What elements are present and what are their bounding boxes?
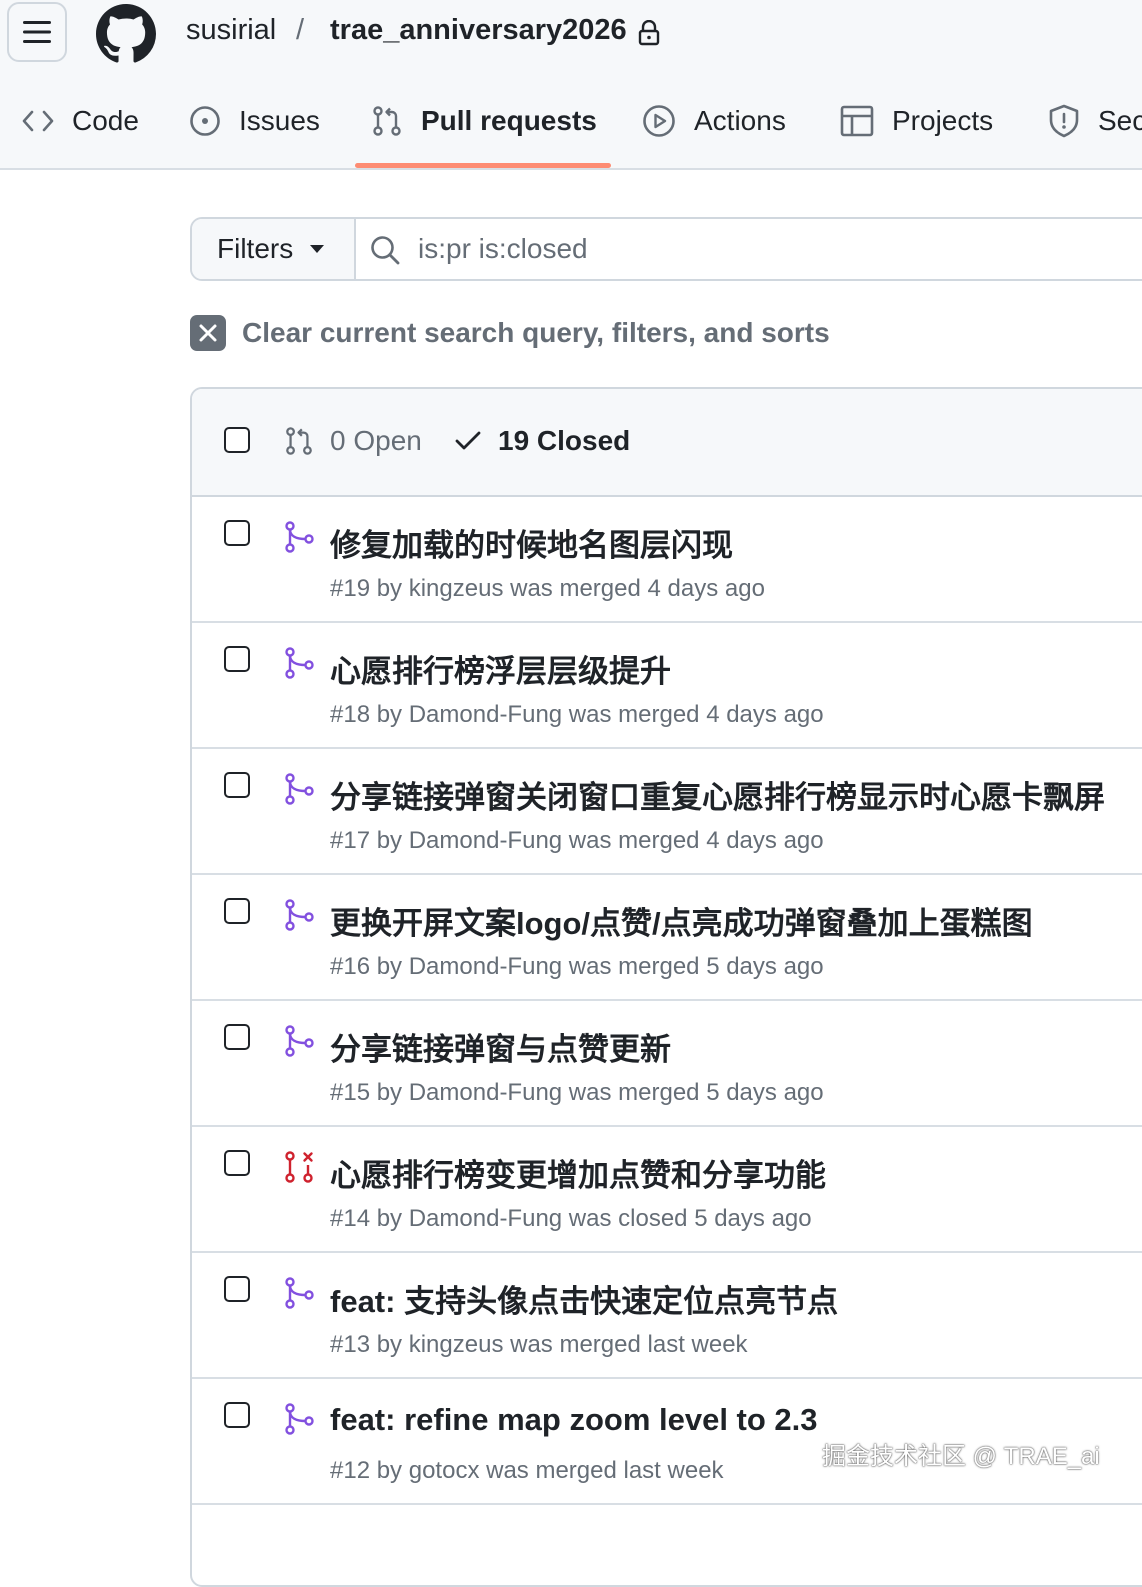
select-all-checkbox[interactable]: [224, 427, 250, 453]
watermark-text: 掘金技术社区 @ TRAE_ai: [822, 1443, 1100, 1470]
pr-meta-text: #12 by gotocx was merged last week: [330, 1457, 724, 1484]
tab-issues-label: Issues: [239, 105, 320, 136]
filters-dropdown-button[interactable]: Filters: [192, 219, 356, 279]
list-header: 0 Open 19 Closed: [192, 389, 1142, 497]
x-icon: [190, 315, 226, 351]
git-pull-request-closed-icon: [284, 1151, 314, 1183]
pr-select-checkbox[interactable]: [224, 1402, 250, 1428]
pr-select-checkbox[interactable]: [224, 1276, 250, 1302]
pr-select-checkbox[interactable]: [224, 1024, 250, 1050]
pr-title-link[interactable]: 分享链接弹窗关闭窗口重复心愿排行榜显示时心愿卡飘屏: [330, 772, 1105, 817]
tab-projects-label: Projects: [892, 105, 994, 136]
git-merge-icon: [284, 899, 314, 931]
closed-filter-link[interactable]: 19 Closed: [454, 425, 630, 457]
check-icon: [455, 431, 481, 450]
git-merge-icon: [284, 1025, 314, 1057]
pr-meta-text: #15 by Damond-Fung was merged 5 days ago: [330, 1079, 824, 1106]
pr-row[interactable]: 分享链接弹窗与点赞更新 #15 by Damond-Fung was merged…: [192, 1001, 1142, 1127]
pr-meta-text: #14 by Damond-Fung was closed 5 days ago: [330, 1205, 812, 1232]
pr-select-checkbox[interactable]: [224, 646, 250, 672]
tab-actions[interactable]: Actions: [642, 98, 786, 144]
git-merge-icon: [284, 1277, 314, 1309]
play-icon: [643, 105, 675, 137]
pr-select-checkbox[interactable]: [224, 898, 250, 924]
tab-projects[interactable]: Projects: [840, 98, 993, 144]
table-icon: [840, 105, 874, 137]
pr-row[interactable]: feat: 支持头像点击快速定位点亮节点 #13 by kingzeus was …: [192, 1253, 1142, 1379]
open-count-label: 0 Open: [330, 425, 422, 456]
lock-icon: [638, 20, 660, 46]
tab-security[interactable]: Sec: [1048, 98, 1142, 144]
pr-row[interactable]: 心愿排行榜变更增加点赞和分享功能 #14 by Damond-Fung was c…: [192, 1127, 1142, 1253]
tab-pull-requests[interactable]: Pull requests: [371, 98, 597, 144]
pr-title-link[interactable]: 修复加载的时候地名图层闪现: [330, 520, 733, 565]
git-merge-icon: [284, 521, 314, 553]
open-filter-link[interactable]: 0 Open: [284, 425, 422, 457]
pr-row[interactable]: 修复加载的时候地名图层闪现 #19 by kingzeus was merged …: [192, 497, 1142, 623]
breadcrumb-owner-link[interactable]: susirial: [186, 14, 276, 47]
pr-title-link[interactable]: 心愿排行榜变更增加点赞和分享功能: [330, 1150, 826, 1195]
pr-row[interactable]: 心愿排行榜浮层层级提升 #18 by Damond-Fung was merged…: [192, 623, 1142, 749]
pr-select-checkbox[interactable]: [224, 772, 250, 798]
pr-select-checkbox[interactable]: [224, 520, 250, 546]
shield-icon: [1049, 104, 1079, 138]
hamburger-menu-button[interactable]: [7, 2, 67, 62]
pr-row[interactable]: 更换开屏文案logo/点赞/点亮成功弹窗叠加上蛋糕图 #16 by Damond-…: [192, 875, 1142, 1001]
pr-meta-text: #19 by kingzeus was merged 4 days ago: [330, 575, 765, 602]
tab-code-label: Code: [72, 105, 139, 136]
git-merge-icon: [284, 773, 314, 805]
clear-filters-link[interactable]: Clear current search query, filters, and…: [190, 314, 830, 352]
pr-title-link[interactable]: 分享链接弹窗与点赞更新: [330, 1024, 671, 1069]
pr-title-link[interactable]: feat: 支持头像点击快速定位点亮节点: [330, 1276, 838, 1321]
breadcrumb-separator: /: [296, 14, 305, 46]
tab-pull-requests-label: Pull requests: [421, 105, 597, 136]
git-pull-request-icon: [373, 106, 401, 136]
menu-icon: [23, 21, 51, 43]
git-pull-request-icon: [286, 427, 312, 455]
git-merge-icon: [284, 1403, 314, 1435]
filters-label: Filters: [217, 233, 294, 264]
pr-select-checkbox[interactable]: [224, 1150, 250, 1176]
issue-opened-icon: [190, 106, 220, 136]
repo-header: susirial / trae_anniversary2026 Code Iss…: [0, 0, 1142, 170]
filter-search-bar: Filters: [190, 217, 1142, 281]
pr-meta-text: #18 by Damond-Fung was merged 4 days ago: [330, 701, 824, 728]
breadcrumb-repo-link[interactable]: trae_anniversary2026: [330, 14, 627, 47]
pr-row[interactable]: 分享链接弹窗关闭窗口重复心愿排行榜显示时心愿卡飘屏 #17 by Damond-F…: [192, 749, 1142, 875]
github-logo-icon[interactable]: [96, 4, 156, 64]
pull-request-list: 0 Open 19 Closed 修复加载的时候地名图层闪现 #19 by kin…: [190, 387, 1142, 1587]
tab-issues[interactable]: Issues: [189, 98, 320, 144]
pr-title-link[interactable]: 心愿排行榜浮层层级提升: [330, 646, 671, 691]
triangle-down-icon: [310, 245, 325, 253]
pr-title-link[interactable]: 更换开屏文案logo/点赞/点亮成功弹窗叠加上蛋糕图: [330, 898, 1033, 943]
pr-meta-text: #13 by kingzeus was merged last week: [330, 1331, 748, 1358]
closed-count-label: 19 Closed: [498, 425, 631, 456]
pr-meta-text: #17 by Damond-Fung was merged 4 days ago: [330, 827, 824, 854]
active-tab-underline: [355, 163, 611, 168]
search-input[interactable]: [418, 225, 1118, 273]
code-icon: [22, 110, 54, 132]
git-merge-icon: [284, 647, 314, 679]
clear-filters-label: Clear current search query, filters, and…: [242, 317, 830, 348]
tab-actions-label: Actions: [694, 105, 786, 136]
tab-code[interactable]: Code: [22, 98, 139, 144]
pr-title-link[interactable]: feat: refine map zoom level to 2.3: [330, 1402, 818, 1438]
search-icon: [371, 236, 400, 265]
pr-meta-text: #16 by Damond-Fung was merged 5 days ago: [330, 953, 824, 980]
tab-security-label: Sec: [1098, 105, 1142, 136]
